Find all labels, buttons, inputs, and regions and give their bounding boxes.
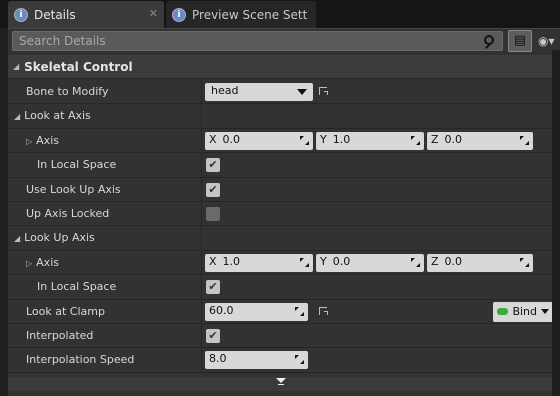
z-label: Z: [431, 132, 439, 146]
bind-label: Bind: [512, 305, 537, 319]
row-interpolated: Interpolated ✔: [8, 323, 560, 349]
row-bone-to-modify: Bone to Modify head: [8, 80, 560, 105]
y-label: Y: [320, 254, 327, 268]
clamp-value: 60.0: [209, 303, 234, 317]
tab-bar: i Details ✕ i Preview Scene Sett: [0, 0, 560, 28]
row-look-at-axis-axis: ▷ Axis X 0.0 Y 1.0 Z 0.0: [8, 128, 560, 154]
row-look-at-clamp: Look at Clamp 60.0 Bind: [8, 299, 560, 324]
y-label: Y: [320, 132, 327, 146]
row-interpolation-speed: Interpolation Speed 8.0: [8, 348, 560, 373]
tab-label: Preview Scene Sett: [192, 7, 308, 22]
search-row: Search Details ▤ ◉▾: [12, 30, 560, 53]
axis-z-field[interactable]: Z 0.0: [427, 131, 533, 150]
drag-handle-icon[interactable]: [520, 135, 529, 145]
axis-y-field[interactable]: Y 1.0: [316, 131, 424, 150]
reset-to-default-icon[interactable]: [319, 306, 328, 315]
row-up-axis-locked: Up Axis Locked: [8, 201, 560, 227]
property-label: ◢ Look Up Axis: [14, 226, 95, 250]
z-value: 0.0: [444, 254, 463, 268]
expand-triangle-icon: ◢: [13, 62, 20, 71]
drag-handle-icon[interactable]: [411, 135, 420, 145]
x-value: 0.0: [222, 132, 241, 146]
collapsed-triangle-icon[interactable]: ▷: [26, 137, 32, 146]
tab-details[interactable]: i Details ✕: [8, 1, 164, 28]
interpolation-speed-field[interactable]: 8.0: [205, 351, 308, 370]
bone-combo[interactable]: head: [205, 83, 313, 101]
info-icon: i: [172, 7, 186, 22]
look-at-clamp-field[interactable]: 60.0: [205, 302, 308, 321]
use-look-up-axis-checkbox[interactable]: ✔: [206, 182, 220, 197]
x-label: X: [209, 132, 217, 146]
property-label: ◢ Look at Axis: [14, 104, 91, 128]
group-label: Look at Axis: [24, 109, 91, 123]
reset-to-default-icon[interactable]: [319, 87, 328, 95]
close-icon[interactable]: ✕: [149, 7, 158, 20]
axis-x-field[interactable]: X 0.0: [205, 131, 313, 150]
in-local-space-checkbox[interactable]: ✔: [206, 280, 220, 295]
drag-handle-icon[interactable]: [520, 257, 529, 267]
x-value: 1.0: [222, 254, 241, 268]
tab-label: Details: [34, 7, 76, 22]
axis-label: Axis: [36, 133, 59, 147]
y-value: 0.0: [332, 254, 351, 268]
info-icon: i: [14, 7, 28, 22]
category-label: Skeletal Control: [24, 59, 133, 74]
in-local-space-checkbox[interactable]: ✔: [206, 158, 220, 173]
row-look-up-axis[interactable]: ◢ Look Up Axis: [8, 226, 560, 251]
property-rows: Bone to Modify head ◢ Look at Axis ▷ Axis …: [8, 80, 560, 373]
search-icon[interactable]: [482, 33, 498, 49]
property-label: Interpolation Speed: [26, 353, 135, 367]
details-panel: Search Details ▤ ◉▾ ◢ Skeletal Control B…: [8, 28, 560, 396]
tab-preview-scene-settings[interactable]: i Preview Scene Sett: [166, 1, 316, 28]
property-label: In Local Space: [37, 280, 117, 294]
property-label: ▷ Axis: [26, 129, 59, 153]
expand-triangle-icon: ◢: [14, 112, 21, 122]
up-axis-locked-checkbox[interactable]: [206, 206, 220, 221]
axis-label: Axis: [36, 255, 59, 269]
search-input[interactable]: Search Details: [12, 31, 503, 51]
row-look-at-local-space: In Local Space ✔: [8, 153, 560, 178]
property-matrix-button[interactable]: ▤: [508, 30, 532, 52]
bind-button[interactable]: Bind: [493, 301, 553, 322]
show-advanced-bar[interactable]: [8, 377, 558, 391]
left-edge: [0, 28, 8, 396]
y-value: 1.0: [332, 132, 351, 146]
binding-pill-icon: [497, 308, 509, 316]
expand-triangle-icon: ◢: [14, 234, 21, 244]
chevron-down-icon: [297, 89, 307, 95]
property-label: ▷ Axis: [26, 251, 59, 275]
row-look-up-local-space: In Local Space ✔: [8, 275, 560, 300]
drag-handle-icon[interactable]: [411, 257, 420, 267]
property-label: Bone to Modify: [26, 85, 109, 98]
row-use-look-up-axis: Use Look Up Axis ✔: [8, 177, 560, 202]
scrollbar-track[interactable]: [552, 50, 560, 396]
property-label: Use Look Up Axis: [26, 182, 121, 196]
property-label: In Local Space: [37, 158, 117, 172]
property-label: Interpolated: [26, 328, 94, 342]
property-label: Up Axis Locked: [26, 206, 110, 220]
chevron-down-icon: [541, 309, 549, 315]
eye-icon[interactable]: ◉▾: [538, 34, 560, 48]
axis-y-field[interactable]: Y 0.0: [316, 253, 424, 272]
axis-x-field[interactable]: X 1.0: [205, 253, 313, 272]
row-look-up-axis-axis: ▷ Axis X 1.0 Y 0.0 Z 0.0: [8, 250, 560, 276]
property-label: Look at Clamp: [26, 304, 105, 318]
drag-handle-icon[interactable]: [295, 306, 304, 316]
x-label: X: [209, 254, 217, 268]
combo-value: head: [211, 84, 239, 97]
search-placeholder: Search Details: [19, 34, 106, 48]
speed-value: 8.0: [209, 352, 227, 366]
row-look-at-axis[interactable]: ◢ Look at Axis: [8, 104, 560, 129]
z-label: Z: [431, 254, 439, 268]
group-label: Look Up Axis: [24, 231, 95, 245]
drag-handle-icon[interactable]: [300, 135, 309, 145]
interpolated-checkbox[interactable]: ✔: [206, 328, 220, 343]
expand-advanced-icon[interactable]: [276, 378, 286, 386]
drag-handle-icon[interactable]: [295, 355, 304, 365]
collapsed-triangle-icon[interactable]: ▷: [26, 259, 32, 268]
drag-handle-icon[interactable]: [300, 257, 309, 267]
axis-z-field[interactable]: Z 0.0: [427, 253, 533, 272]
z-value: 0.0: [444, 132, 463, 146]
category-skeletal-control[interactable]: ◢ Skeletal Control: [8, 55, 558, 79]
